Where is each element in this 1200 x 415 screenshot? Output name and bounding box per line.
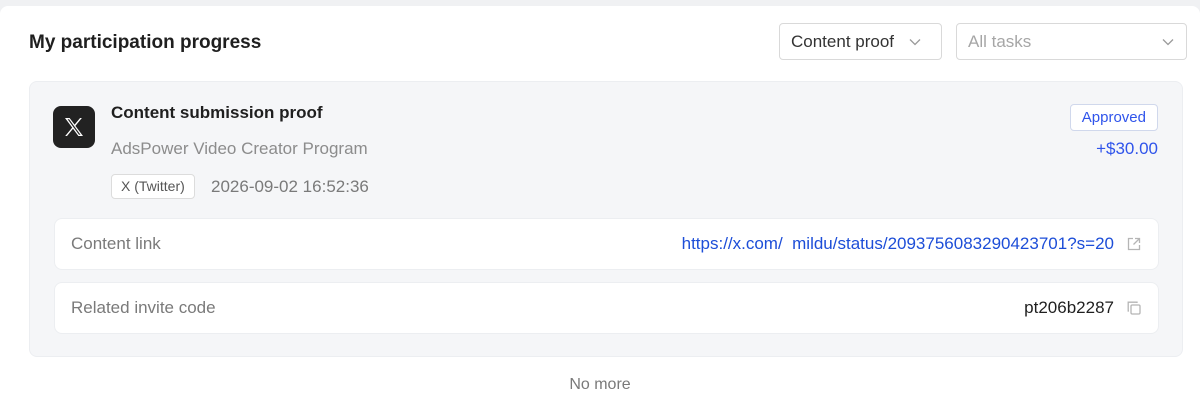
content-link-value: https://x.com/ mildu/status/209375608329… bbox=[682, 234, 1142, 254]
page-title: My participation progress bbox=[29, 32, 262, 53]
reward-amount: +$30.00 bbox=[1096, 139, 1158, 158]
list-end-text: No more bbox=[569, 376, 631, 393]
platform-tag: X (Twitter) bbox=[111, 174, 195, 199]
invite-code-row: Related invite code pt206b2287 bbox=[54, 282, 1159, 334]
content-link-label: Content link bbox=[71, 234, 161, 253]
proof-record-card: Content submission proof AdsPower Video … bbox=[29, 81, 1183, 357]
invite-code: pt206b2287 bbox=[1024, 298, 1114, 317]
proof-type-value: Content proof bbox=[791, 31, 895, 51]
invite-code-label: Related invite code bbox=[71, 298, 216, 317]
invite-code-value: pt206b2287 bbox=[1024, 298, 1142, 318]
task-select[interactable]: All tasks bbox=[956, 23, 1187, 60]
x-logo-icon bbox=[53, 106, 95, 148]
chevron-down-icon bbox=[1162, 38, 1174, 45]
proof-type-select[interactable]: Content proof bbox=[779, 23, 942, 60]
external-link-icon[interactable] bbox=[1126, 236, 1142, 252]
program-name: AdsPower Video Creator Program bbox=[111, 139, 368, 158]
participation-panel: My participation progress Content proof … bbox=[0, 6, 1200, 415]
content-link[interactable]: https://x.com/ mildu/status/209375608329… bbox=[682, 234, 1114, 254]
record-title: Content submission proof bbox=[111, 103, 323, 122]
status-badge: Approved bbox=[1069, 104, 1158, 131]
copy-icon[interactable] bbox=[1126, 300, 1142, 316]
chevron-down-icon bbox=[909, 38, 921, 45]
submission-timestamp: 2026-09-02 16:52:36 bbox=[211, 177, 369, 196]
task-select-placeholder: All tasks bbox=[968, 31, 1032, 51]
content-link-row: Content link https://x.com/ mildu/status… bbox=[54, 218, 1159, 270]
